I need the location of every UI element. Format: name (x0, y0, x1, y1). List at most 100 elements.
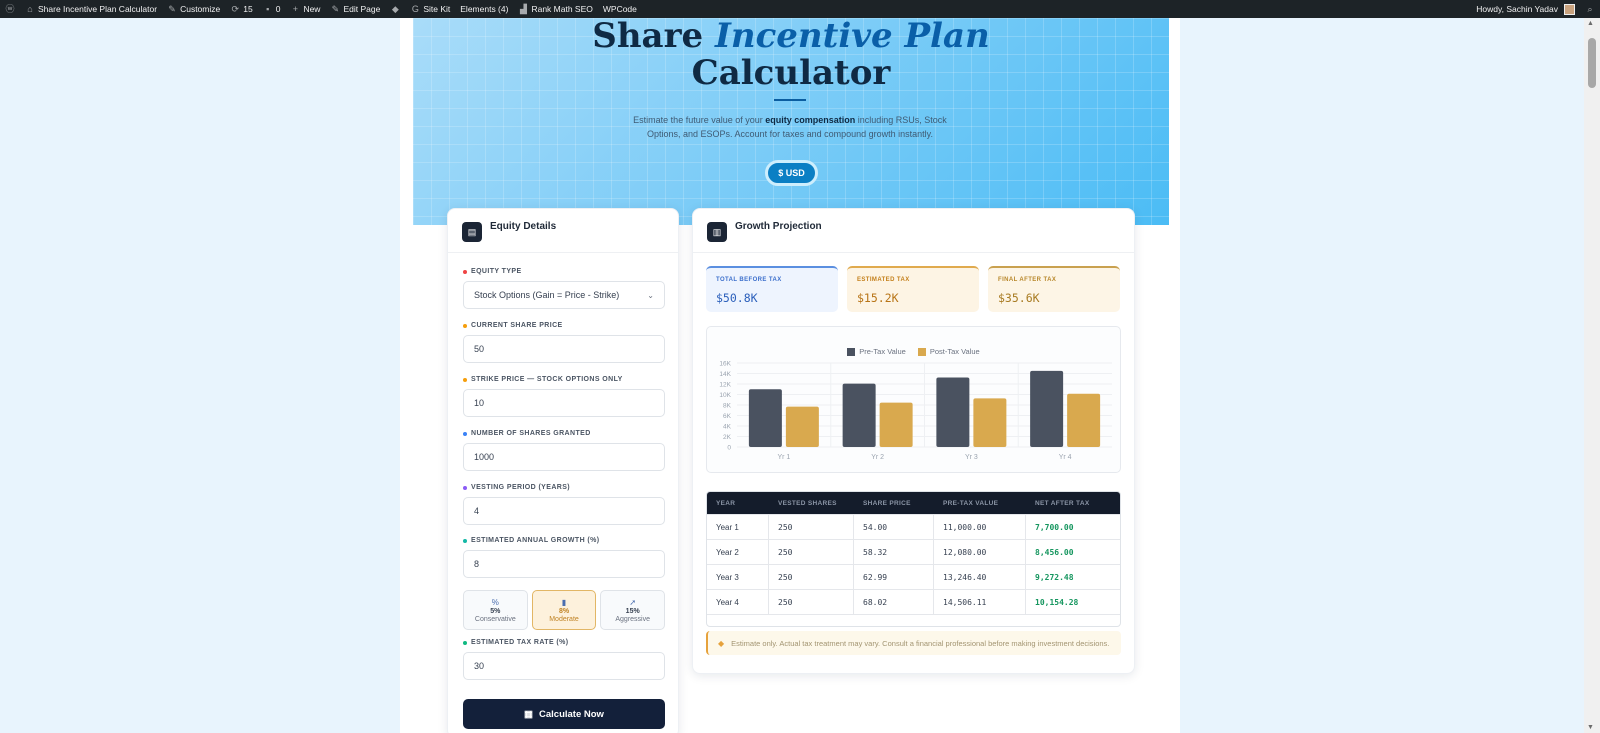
vesting-input[interactable]: 4 (463, 497, 665, 525)
bar-chart-icon: ▮ (561, 597, 567, 607)
y-tick-label: 14K (719, 371, 731, 378)
card-header: ▥ Growth Projection (693, 209, 1134, 253)
y-tick-label: 0 (727, 445, 731, 452)
red-dot-icon (463, 269, 467, 274)
table-row: Year 1 250 54.00 11,000.00 7,700.00 (707, 514, 1120, 539)
preset-conservative[interactable]: % 5% Conservative (463, 590, 528, 630)
growth-presets: % 5% Conservative ▮ 8% Moderate ➚ 15% Ag… (463, 590, 666, 630)
stat-estimated-tax: ESTIMATED TAX $15.2K (847, 266, 979, 312)
pencil-icon: ✎ (331, 4, 340, 14)
column-header: NET AFTER TAX (1035, 499, 1090, 507)
google-icon: G (411, 4, 419, 14)
y-tick-label: 2K (723, 434, 732, 441)
disclaimer-note: ◆ Estimate only. Actual tax treatment ma… (706, 631, 1121, 655)
preset-aggressive[interactable]: ➚ 15% Aggressive (600, 590, 666, 630)
comment-icon: ▪ (266, 4, 270, 14)
diamond-icon: ◆ (391, 4, 399, 14)
comments-link[interactable]: ▪ 0 (258, 0, 286, 18)
y-tick-label: 12K (719, 382, 731, 389)
orange-dot-icon (463, 377, 467, 382)
shares-input[interactable]: 1000 (463, 443, 665, 471)
teal-dot-icon (463, 538, 467, 543)
y-tick-label: 4K (723, 424, 732, 431)
y-tick-label: 10K (719, 392, 731, 399)
tax-rate-label: ESTIMATED TAX RATE (%) (463, 639, 568, 646)
tax-rate-input[interactable]: 30 (463, 652, 665, 680)
scroll-down-arrow-icon[interactable]: ▼ (1587, 724, 1594, 731)
chevron-down-icon: ⌄ (647, 291, 654, 300)
bar-post-tax (973, 398, 1007, 447)
projection-table: YEAR VESTED SHARES SHARE PRICE PRE-TAX V… (706, 491, 1121, 627)
table-row: Year 2 250 58.32 12,080.00 8,456.00 (707, 539, 1120, 564)
strike-price-label: STRIKE PRICE — STOCK OPTIONS ONLY (463, 376, 623, 383)
edit-page-link[interactable]: ✎ Edit Page (325, 0, 385, 18)
green-dot-icon (463, 640, 467, 645)
home-icon: ⌂ (27, 4, 33, 14)
plus-icon: + (292, 4, 299, 14)
bar-post-tax (879, 402, 913, 447)
search-button[interactable]: ⌕ (1580, 0, 1600, 18)
y-tick-label: 8K (723, 403, 732, 410)
card-header: ▤ Equity Details (448, 209, 678, 253)
preset-moderate[interactable]: ▮ 8% Moderate (531, 590, 597, 630)
scroll-up-arrow-icon[interactable]: ▲ (1587, 20, 1594, 27)
bar-pre-tax (1030, 370, 1064, 447)
scrollbar-thumb[interactable] (1588, 38, 1596, 88)
growth-chart: Pre-Tax Value Post-Tax Value 0 2K 4K 6K 8K 10… (706, 326, 1121, 473)
avatar (1564, 3, 1575, 15)
updates-link[interactable]: ⟳ 15 (225, 0, 257, 18)
table-row: Year 3 250 62.99 13,246.40 9,272.48 (707, 564, 1120, 589)
title-underline (774, 99, 806, 101)
bar-post-tax (1067, 393, 1101, 447)
page-scrollbar[interactable]: ▲ ▼ (1584, 18, 1600, 733)
equity-details-card: ▤ Equity Details EQUITY TYPE Stock Optio… (447, 208, 679, 733)
stat-final-after-tax: FINAL AFTER TAX $35.6K (988, 266, 1120, 312)
percent-icon: % (491, 597, 499, 607)
y-tick-label: 6K (723, 413, 732, 420)
orange-dot-icon (463, 323, 467, 328)
account-link[interactable]: Howdy, Sachin Yadav (1471, 0, 1580, 18)
customize-link[interactable]: ✎ Customize (162, 0, 225, 18)
equity-type-select[interactable]: Stock Options (Gain = Price - Strike) ⌄ (463, 281, 665, 309)
equity-type-label: EQUITY TYPE (463, 268, 522, 275)
wordpress-logo-button[interactable]: ⓦ (0, 0, 20, 18)
chart-icon: ▟ (519, 4, 527, 14)
chart-icon: ▥ (707, 222, 727, 242)
rocket-icon: ➚ (629, 597, 637, 607)
bar-pre-tax (748, 389, 782, 447)
search-icon: ⌕ (1587, 4, 1593, 14)
share-price-input[interactable]: 50 (463, 335, 665, 363)
table-header: YEAR VESTED SHARES SHARE PRICE PRE-TAX V… (707, 492, 1120, 514)
x-tick-label: Yr 2 (871, 454, 884, 461)
table-row: Year 4 250 68.02 14,506.11 10,154.28 (707, 589, 1120, 614)
purple-dot-icon (463, 485, 467, 490)
stat-total-before-tax: TOTAL BEFORE TAX $50.8K (706, 266, 838, 312)
refresh-icon: ⟳ (231, 4, 239, 14)
calculator-icon: ▦ (524, 708, 534, 720)
wordpress-icon: ⓦ (5, 4, 15, 14)
column-header: SHARE PRICE (863, 499, 911, 507)
vesting-label: VESTING PERIOD (YEARS) (463, 484, 570, 491)
rank-math-link[interactable]: ▟ Rank Math SEO (513, 0, 597, 18)
growth-projection-card: ▥ Growth Projection TOTAL BEFORE TAX $50… (692, 208, 1135, 674)
currency-button[interactable]: $ USD (765, 160, 818, 186)
column-header: VESTED SHARES (778, 499, 837, 507)
shares-label: NUMBER OF SHARES GRANTED (463, 430, 591, 437)
elements-link[interactable]: Elements (4) (455, 0, 513, 18)
card-title: Equity Details (490, 221, 557, 232)
bar-pre-tax (842, 383, 876, 447)
x-tick-label: Yr 3 (965, 454, 978, 461)
site-name-link[interactable]: ⌂ Share Incentive Plan Calculator (20, 0, 162, 18)
site-kit-link[interactable]: G Site Kit (405, 0, 455, 18)
hero-subtitle: Estimate the future value of your equity… (633, 115, 947, 139)
new-content-link[interactable]: + New (285, 0, 325, 18)
calculate-button[interactable]: ▦ Calculate Now (463, 699, 665, 729)
chart-plot: 0 2K 4K 6K 8K 10K 12K 14K 16K Yr 1 Yr 2 Yr 3 Yr 4 (719, 361, 1112, 461)
blue-dot-icon (463, 431, 467, 436)
strike-price-input[interactable]: 10 (463, 389, 665, 417)
y-tick-label: 16K (719, 361, 731, 368)
diamond-plugin-link[interactable]: ◆ (385, 0, 405, 18)
diamond-icon: ◆ (718, 638, 725, 648)
card-title: Growth Projection (735, 221, 822, 232)
growth-input[interactable]: 8 (463, 550, 665, 578)
